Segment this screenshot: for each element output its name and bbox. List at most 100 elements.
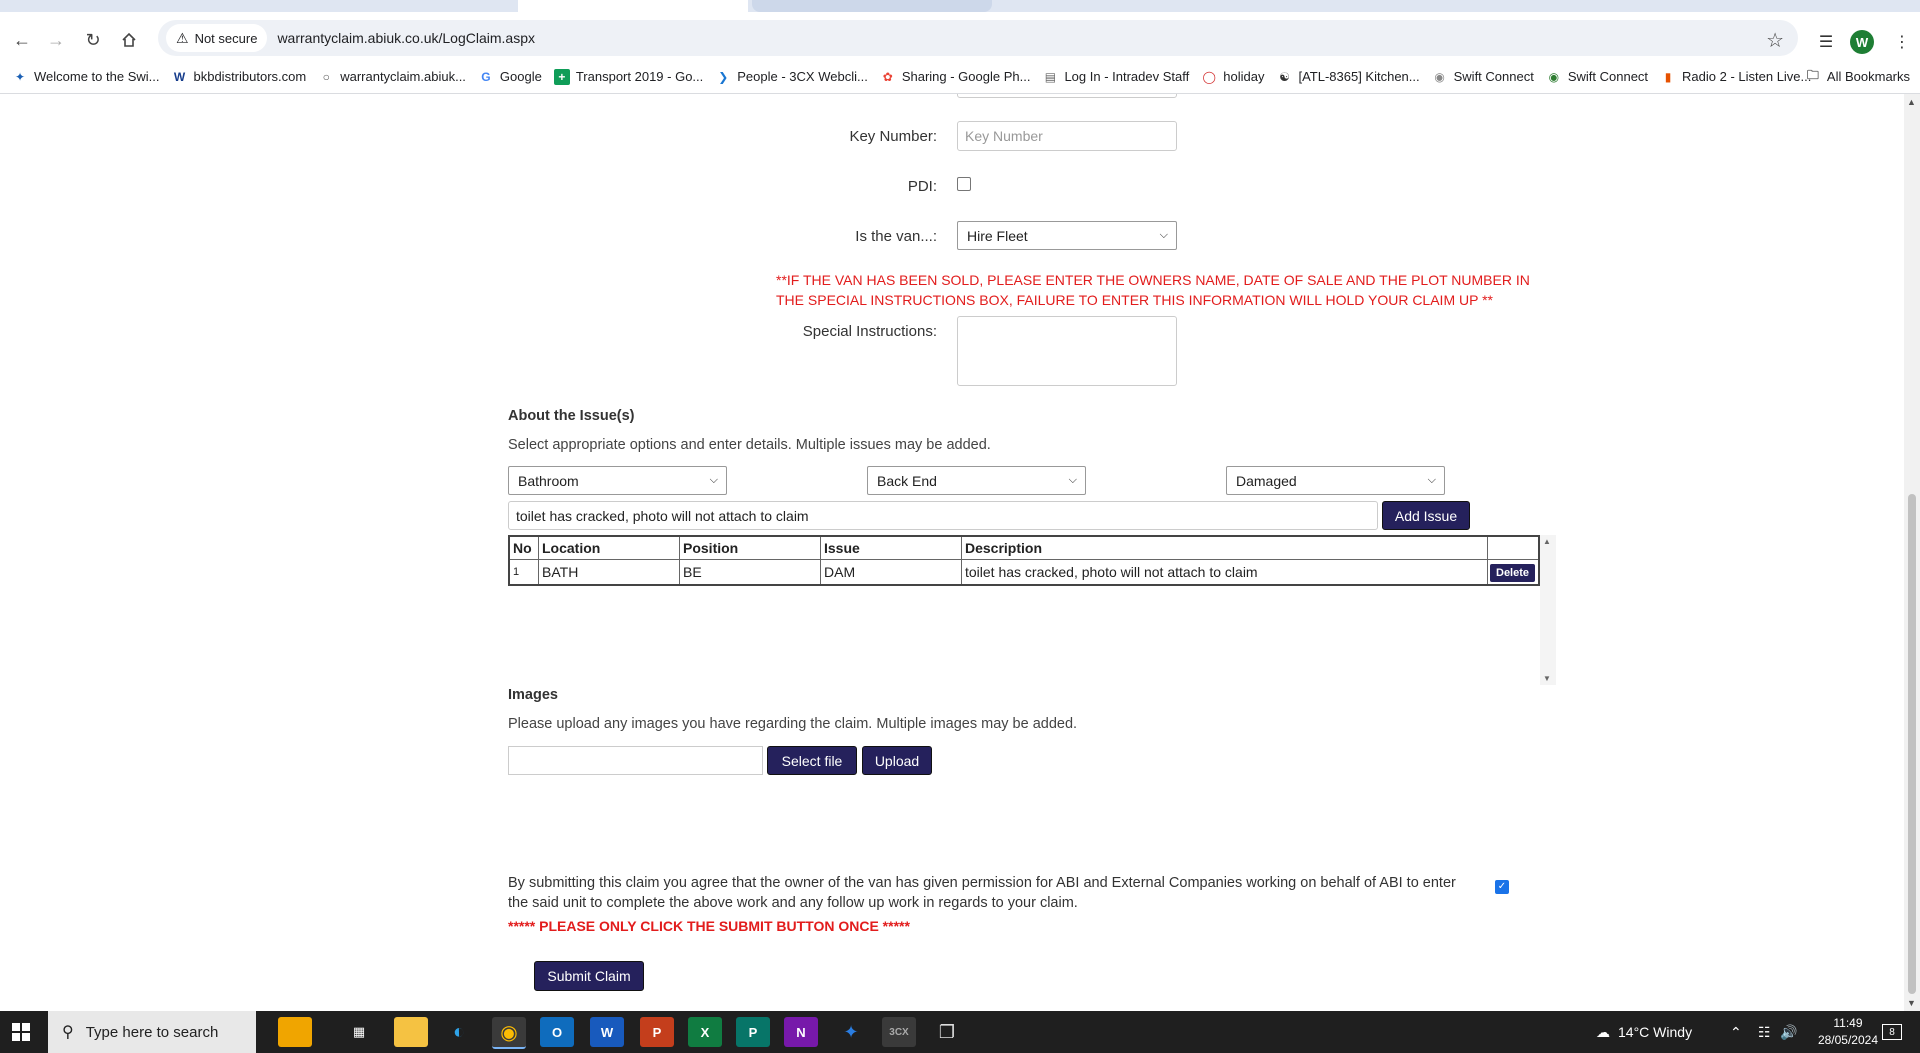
tab-inactive[interactable] [752,0,992,12]
bookmark-item[interactable]: ○ warrantyclaim.abiuk... [318,69,466,85]
all-bookmarks[interactable]: 🗀 All Bookmarks [1805,68,1910,84]
column-header [1487,535,1540,560]
description-input[interactable]: toilet has cracked, photo will not attac… [508,501,1378,530]
excel-icon[interactable]: X [688,1017,722,1047]
bookmark-item[interactable]: ▤ Log In - Intradev Staff [1042,69,1189,85]
page-scrollbar[interactable]: ▲ ▼ [1904,94,1920,1011]
issues-intro: Select appropriate options and enter det… [508,437,991,453]
doc-icon: ▤ [1044,69,1057,84]
scroll-up-icon[interactable]: ▲ [1543,537,1551,546]
page-content: Key Number: Key Number PDI: Is the van..… [0,94,1904,1011]
outlook-icon[interactable]: O [540,1017,574,1047]
edge-icon[interactable]: ◐ [442,1017,476,1047]
volume-icon[interactable]: 🔊 [1780,1011,1797,1053]
word-icon[interactable]: W [590,1017,624,1047]
consent-text: By submitting this claim you agree that … [508,875,1456,911]
system-clock[interactable]: 11:49 28/05/2024 [1818,1015,1878,1049]
add-issue-button[interactable]: Add Issue [1382,501,1470,530]
task-view-icon[interactable]: ▦ [342,1017,376,1047]
bookmark-item[interactable]: Wbkbdistributors.com [171,69,306,85]
special-instructions-textarea[interactable] [957,316,1177,386]
browser-toolbar: ← → ↻ ⚠ Not secure warrantyclaim.abiuk.c… [0,12,1920,60]
windows-start-icon[interactable] [12,1023,30,1041]
network-icon[interactable]: ☷ [1758,1011,1771,1053]
powerpoint-icon[interactable]: P [640,1017,674,1047]
scroll-down-icon[interactable]: ▼ [1543,674,1551,683]
swift-logo-icon: ✦ [14,69,26,84]
back-icon[interactable]: ← [6,24,38,56]
swift-connect-icon: ◉ [1548,69,1560,84]
taskbar-search[interactable]: ⚲ Type here to search [48,1011,256,1053]
notifications-icon[interactable]: 8 [1882,1011,1902,1053]
bookmarks-bar: ✦ Welcome to the Swi... Wbkbdistributors.… [0,60,1920,94]
location-value: Bathroom [518,472,579,489]
position-select[interactable]: Back End ⌵ [867,466,1086,495]
swift-app-icon[interactable]: ✦ [834,1017,868,1047]
issues-table: No Location Position Issue Description 1… [508,535,1540,586]
url-text[interactable]: warrantyclaim.abiuk.co.uk/LogClaim.aspx [277,30,535,46]
security-indicator[interactable]: ⚠ Not secure [166,24,268,52]
address-bar[interactable]: ⚠ Not secure warrantyclaim.abiuk.co.uk/L… [158,20,1798,56]
select-file-button[interactable]: Select file [767,746,857,775]
bookmark-item[interactable]: + Transport 2019 - Go... [553,68,703,85]
windows-taskbar: ⚲ Type here to search ▦ ◐ ◉ O W P X P N … [0,1011,1920,1053]
bookmark-item[interactable]: ✿ Sharing - Google Ph... [880,69,1031,85]
previous-field[interactable] [957,94,1177,98]
consent-checkbox[interactable]: ✓ [1495,880,1509,894]
search-placeholder: Type here to search [85,1023,219,1041]
pdi-checkbox[interactable] [957,177,971,191]
jira-icon: ☯ [1279,69,1290,84]
forward-icon[interactable]: → [40,24,72,56]
scroll-thumb[interactable] [1908,494,1916,994]
submit-claim-button[interactable]: Submit Claim [534,961,644,991]
bookmark-item[interactable]: ▮ Radio 2 - Listen Live... [1660,69,1812,85]
chevron-down-icon: ⌵ [1068,474,1077,486]
file-explorer-icon[interactable] [394,1017,428,1047]
bookmark-item[interactable]: ✦ Welcome to the Swi... [12,69,160,85]
column-header: Location [538,535,680,560]
pdi-label: PDI: [907,178,937,195]
issues-scrollbar[interactable]: ▲ ▼ [1540,535,1556,685]
briefcase-icon[interactable] [278,1017,312,1047]
warning-triangle-icon: ⚠ [176,29,189,46]
issue-type-select[interactable]: Damaged ⌵ [1226,466,1445,495]
file-path-input[interactable] [508,746,763,775]
sheets-icon: + [553,68,570,85]
profile-avatar[interactable]: W [1850,30,1874,54]
tab-active[interactable] [518,0,748,12]
delete-button[interactable]: Delete [1490,563,1536,582]
key-number-input[interactable]: Key Number [957,121,1177,151]
location-select[interactable]: Bathroom ⌵ [508,466,727,495]
3cx-app-icon[interactable]: 3CX [882,1017,916,1047]
column-header: Description [961,535,1488,560]
publisher-icon[interactable]: P [736,1017,770,1047]
chevron-up-icon[interactable]: ⌃ [1730,1011,1742,1053]
upload-button[interactable]: Upload [862,746,932,775]
issues-table-container[interactable]: No Location Position Issue Description 1… [508,535,1556,685]
is-van-select[interactable]: Hire Fleet ⌵ [957,221,1177,250]
bkb-logo-icon: W [173,69,186,84]
bookmark-item[interactable]: ◉ Swift Connect [1432,69,1533,85]
is-van-label: Is the van...: [855,228,937,245]
scroll-down-icon[interactable]: ▼ [1907,998,1916,1008]
onenote-icon[interactable]: N [784,1017,818,1047]
reading-list-icon[interactable]: ☰ [1812,28,1840,56]
scroll-up-icon[interactable]: ▲ [1907,97,1916,107]
bookmark-item[interactable]: ◯ holiday [1201,69,1265,85]
table-header-row: No Location Position Issue Description [508,535,1540,560]
bookmark-item[interactable]: ◉ Swift Connect [1546,69,1648,85]
weather-widget[interactable]: ☁ 14°C Windy [1596,1011,1692,1053]
bookmark-item[interactable]: ☯ [ATL-8365] Kitchen... [1276,69,1420,85]
bookmark-star-icon[interactable]: ☆ [1766,28,1784,53]
menu-kebab-icon[interactable]: ⋮ [1888,28,1916,56]
google-icon: G [481,69,491,84]
bookmark-item[interactable]: ❯ People - 3CX Webcli... [715,69,868,85]
bookmark-item[interactable]: G Google [478,69,542,85]
chrome-icon[interactable]: ◉ [492,1017,526,1049]
cell-description: toilet has cracked, photo will not attac… [961,559,1488,586]
cube-app-icon[interactable]: ❐ [930,1017,964,1047]
reload-icon[interactable]: ↻ [77,24,109,56]
cell-action: Delete [1487,559,1540,586]
tab-strip [0,0,1920,12]
home-icon[interactable] [113,24,145,56]
